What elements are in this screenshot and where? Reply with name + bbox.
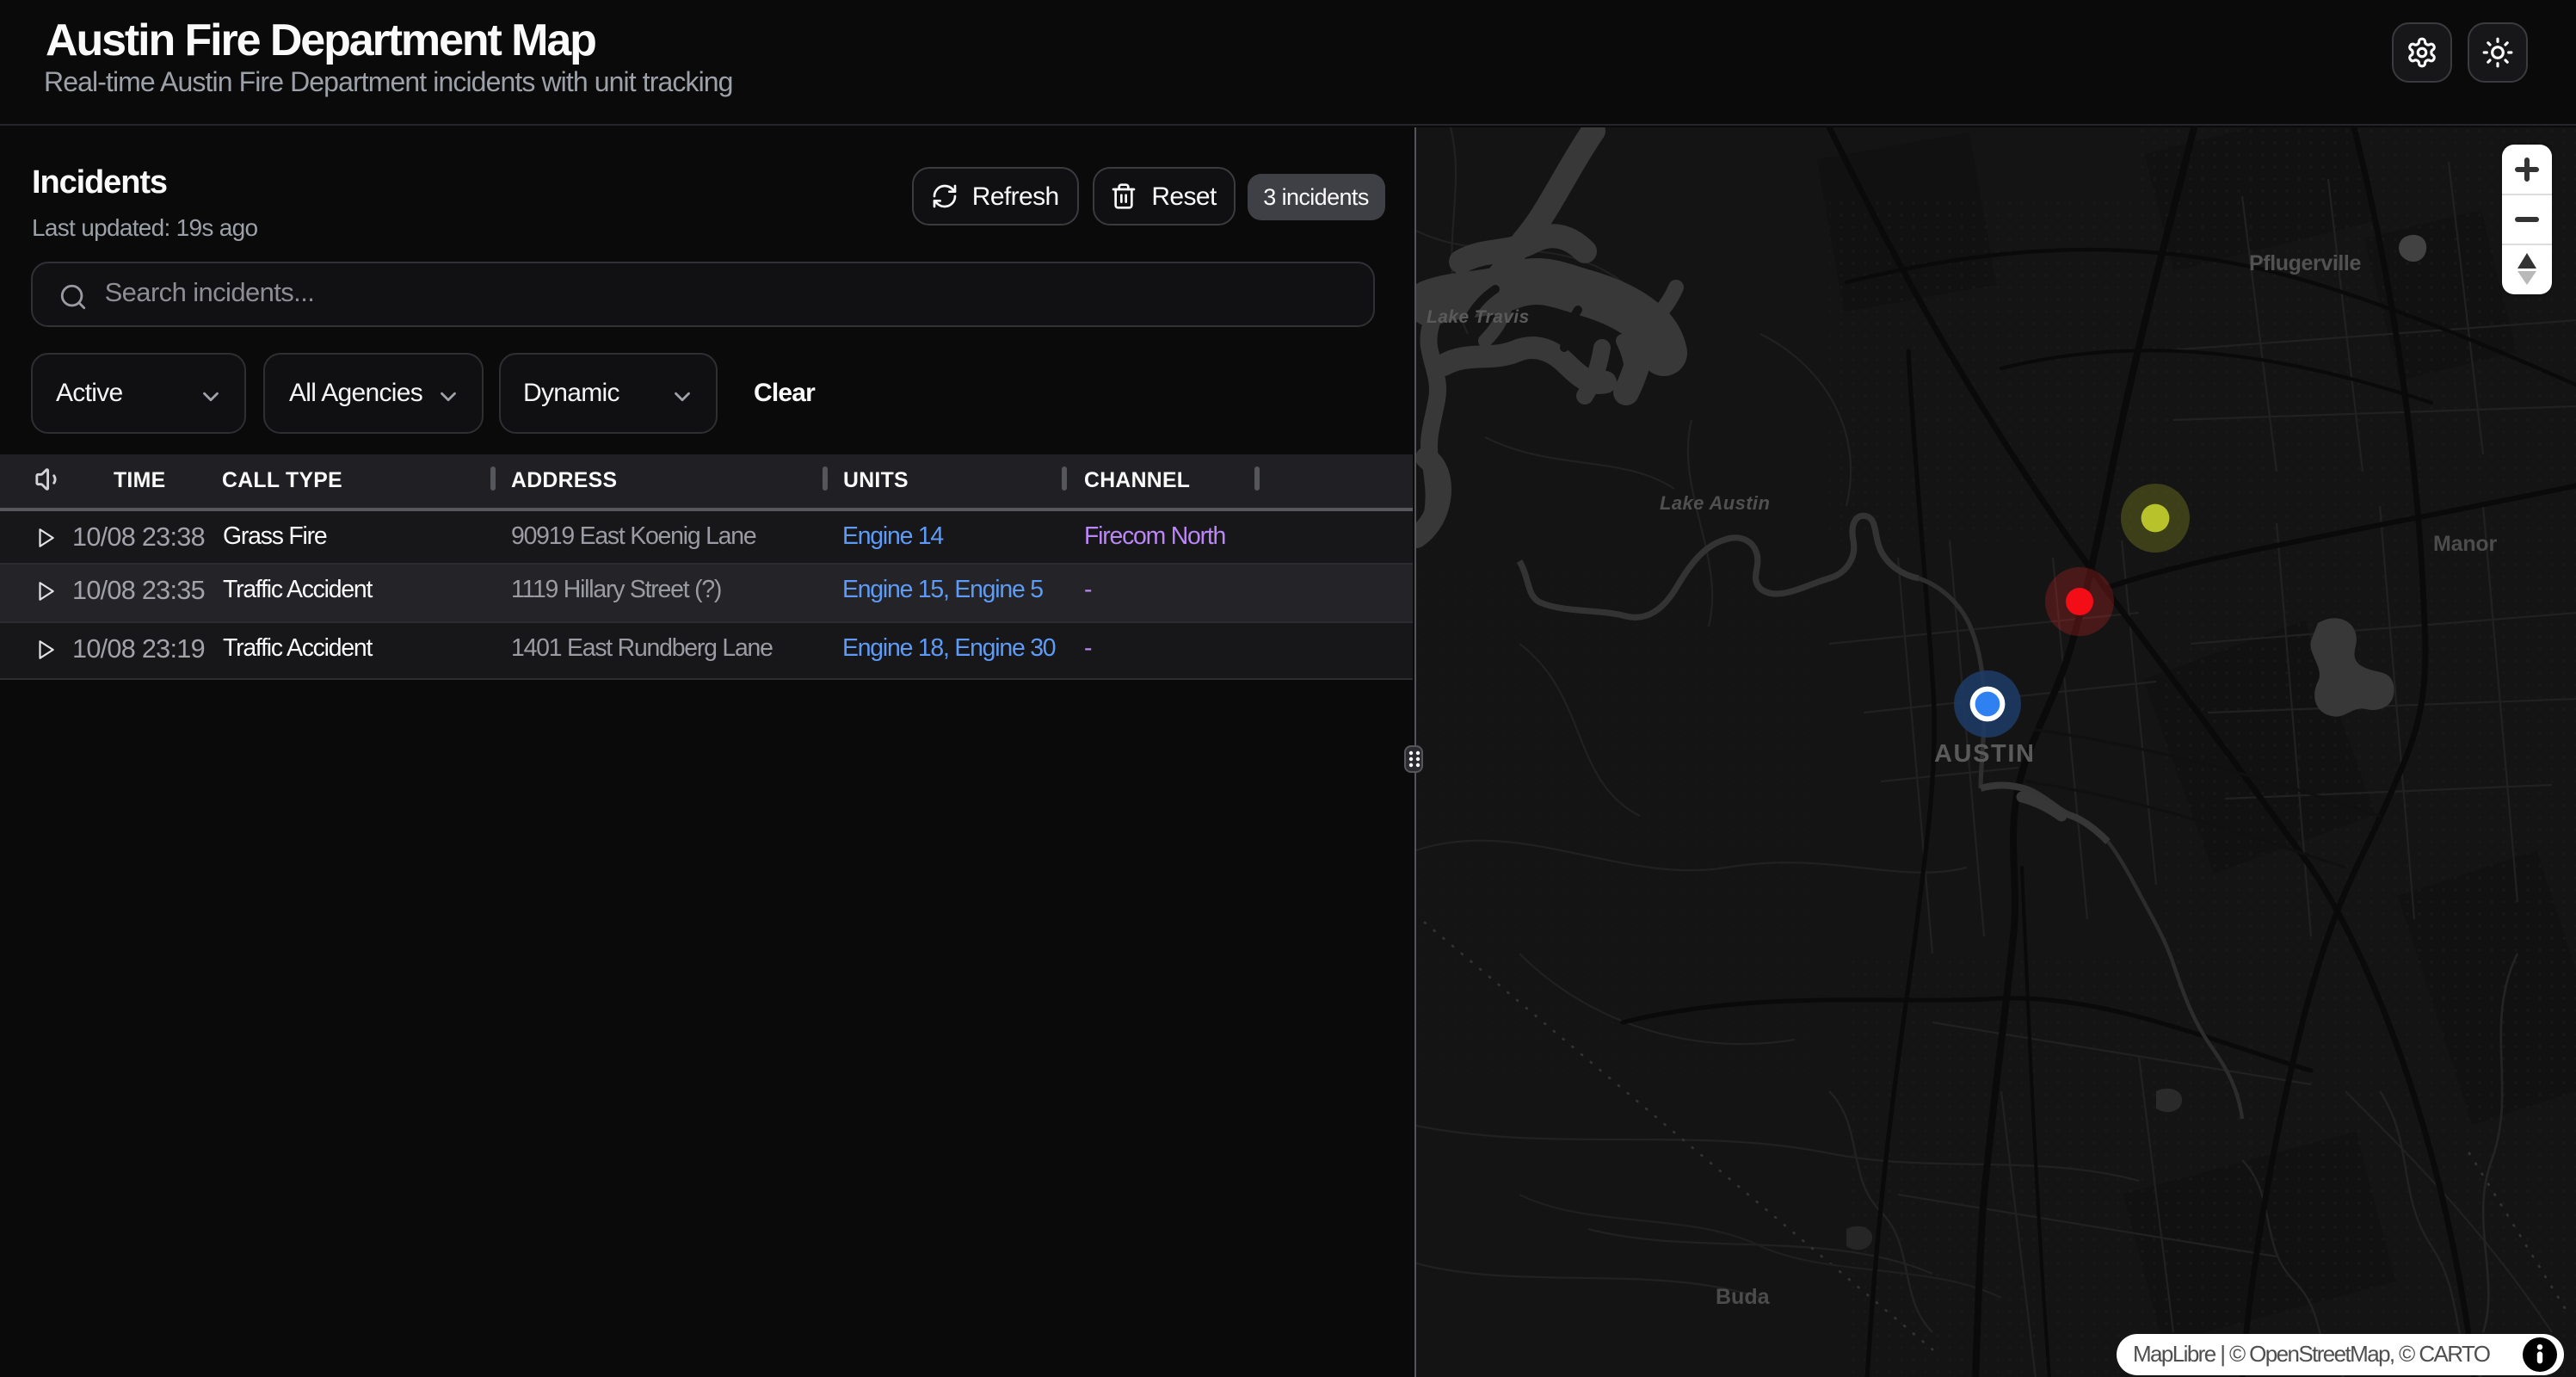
- svg-text:Buda: Buda: [1715, 1285, 1770, 1309]
- svg-text:Pflugerville: Pflugerville: [2248, 251, 2360, 275]
- svg-text:Lake Travis: Lake Travis: [1426, 307, 1529, 327]
- svg-text:Manor: Manor: [2432, 532, 2496, 556]
- svg-text:AUSTIN: AUSTIN: [1933, 740, 2035, 768]
- svg-text:Lake Austin: Lake Austin: [1659, 492, 1769, 514]
